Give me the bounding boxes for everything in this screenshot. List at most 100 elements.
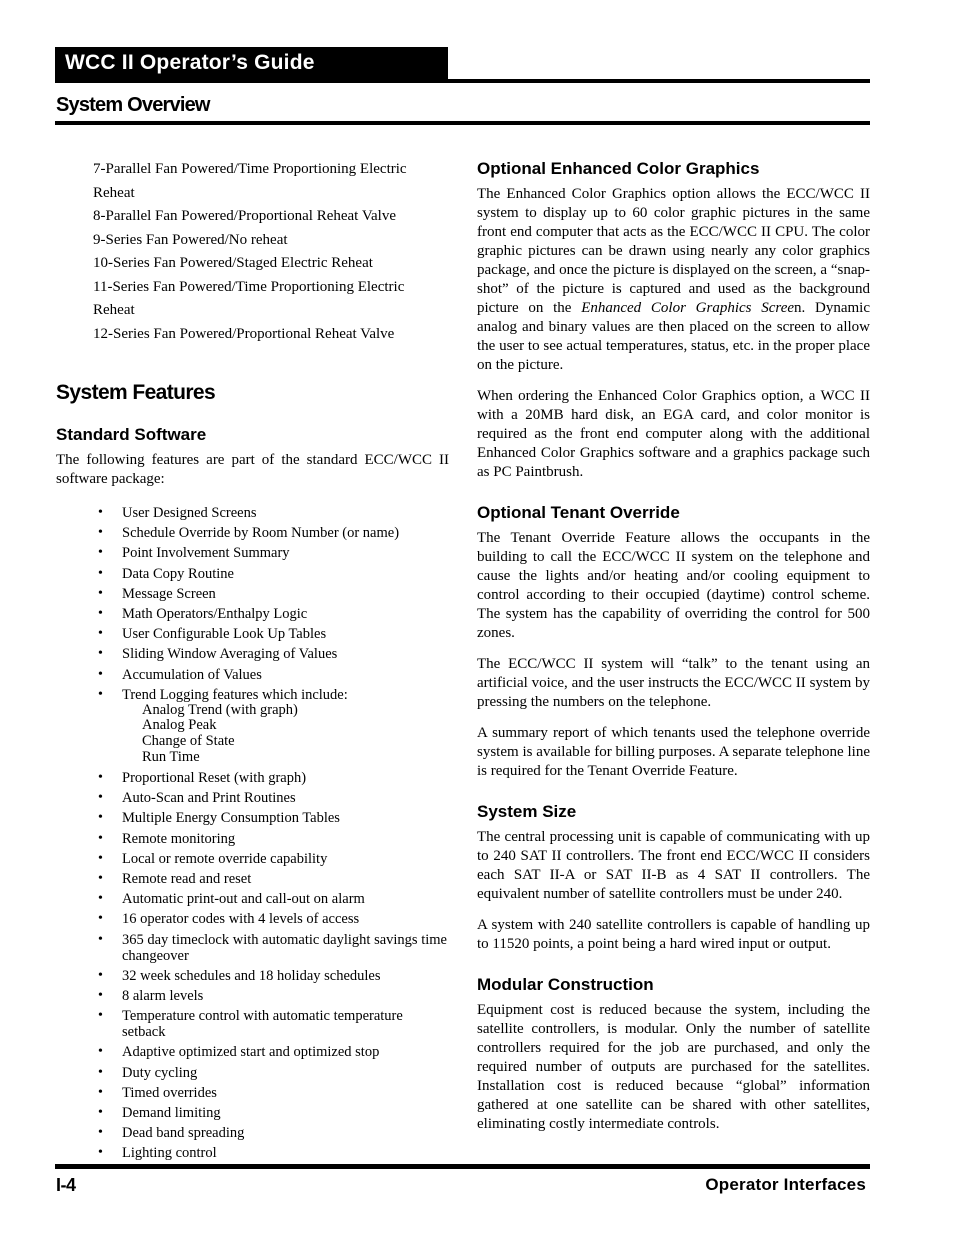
chapter-name: Operator Interfaces bbox=[705, 1175, 866, 1194]
feature-item: • Remote read and reset bbox=[56, 871, 449, 887]
box-type-item: 10-Series Fan Powered/Staged Electric Re… bbox=[93, 255, 373, 271]
feature-item: • Temperature control with automatic temp… bbox=[56, 1008, 449, 1040]
bullet-icon: • bbox=[98, 525, 103, 541]
feature-item: • Local or remote override capability bbox=[56, 851, 449, 867]
bullet-icon: • bbox=[98, 931, 103, 947]
feature-text: Point Involvement Summary bbox=[122, 545, 290, 562]
standard-software-heading: Standard Software bbox=[56, 425, 207, 444]
section-optional-enhanced-color-graphics: Optional Enhanced Color Graphics The Enha… bbox=[477, 158, 870, 482]
feature-item: • Schedule Override by Room Number (or na… bbox=[56, 525, 449, 541]
section-system-size: System Size The central processing unit i… bbox=[477, 801, 870, 954]
feature-text: Local or remote override capability bbox=[122, 850, 328, 867]
bullet-icon: • bbox=[98, 1044, 103, 1060]
box-type-item: 9-Series Fan Powered/No reheat bbox=[93, 231, 288, 248]
paragraph-text: A summary report of which tenants used t… bbox=[477, 725, 870, 779]
paragraph-text: The Enhanced Color Graphics option allow… bbox=[477, 186, 870, 316]
box-type-item: 7-Parallel Fan Powered/Time Proportionin… bbox=[93, 161, 407, 201]
system-features-heading: System Features bbox=[56, 381, 216, 404]
bullet-icon: • bbox=[98, 585, 103, 601]
paragraph-text: Equipment cost is reduced because the sy… bbox=[477, 1002, 870, 1132]
paragraph-text: The Tenant Override Feature allows the o… bbox=[477, 530, 870, 641]
paragraph: The Tenant Override Feature allows the o… bbox=[477, 529, 870, 643]
feature-text: Automatic print-out and call-out on alar… bbox=[122, 891, 365, 908]
bullet-icon: • bbox=[98, 1084, 103, 1100]
feature-item: • Sliding Window Averaging of Values bbox=[56, 646, 449, 662]
feature-text: 8 alarm levels bbox=[122, 987, 204, 1004]
feature-item: • User Configurable Look Up Tables bbox=[56, 626, 449, 642]
feature-text: Sliding Window Averaging of Values bbox=[122, 646, 338, 663]
bullet-icon: • bbox=[98, 871, 103, 886]
feature-list: • User Designed Screens • Schedule Override… bbox=[56, 505, 449, 1161]
bullet-icon: • bbox=[98, 565, 103, 581]
bullet-icon: • bbox=[98, 1008, 103, 1024]
paragraph-text: When ordering the Enhanced Color Graphic… bbox=[477, 388, 870, 480]
feature-text: Data Copy Routine bbox=[122, 565, 234, 582]
feature-text: Auto-Scan and Print Routines bbox=[122, 790, 296, 807]
paragraph: The ECC/WCC II system will “talk” to the… bbox=[477, 655, 870, 712]
feature-text: Multiple Energy Consumption Tables bbox=[122, 810, 340, 827]
feature-item: • Remote monitoring bbox=[56, 831, 449, 847]
feature-text: Trend Logging features which include: bbox=[122, 686, 348, 703]
bullet-icon: • bbox=[98, 810, 103, 826]
bullet-icon: • bbox=[98, 605, 103, 621]
feature-item: • Point Involvement Summary bbox=[56, 545, 449, 561]
feature-text: Duty cycling bbox=[122, 1064, 198, 1081]
feature-text: Timed overrides bbox=[122, 1084, 217, 1101]
feature-text: Accumulation of Values bbox=[122, 666, 262, 683]
feature-text: Dead band spreading bbox=[122, 1125, 245, 1142]
feature-text: Math Operators/Enthalpy Logic bbox=[122, 605, 308, 622]
bullet-icon: • bbox=[98, 967, 103, 983]
feature-text: Lighting control bbox=[122, 1145, 217, 1162]
bullet-icon: • bbox=[98, 1104, 103, 1120]
bullet-icon: • bbox=[98, 891, 103, 907]
section-heading: Optional Tenant Override bbox=[477, 503, 680, 522]
bullet-icon: • bbox=[98, 987, 103, 1003]
bullet-icon: • bbox=[98, 646, 103, 662]
feature-item: • Math Operators/Enthalpy Logic bbox=[56, 606, 449, 622]
box-type-item: 8-Parallel Fan Powered/Proportional Rehe… bbox=[93, 208, 396, 224]
feature-item: • Lighting control bbox=[56, 1145, 449, 1161]
bullet-icon: • bbox=[98, 666, 103, 682]
feature-subitem: Analog Peak bbox=[142, 717, 217, 734]
bullet-icon: • bbox=[98, 686, 103, 702]
feature-item: • Dead band spreading bbox=[56, 1125, 449, 1141]
feature-subitem: Run Time bbox=[142, 749, 200, 766]
guide-title: WCC II Operator’s Guide bbox=[65, 51, 315, 74]
bullet-icon: • bbox=[98, 790, 103, 806]
standard-software-intro: The following features are part of the s… bbox=[56, 452, 449, 487]
feature-text: Proportional Reset (with graph) bbox=[122, 770, 307, 787]
feature-text: Message Screen bbox=[122, 585, 216, 602]
paragraph: The central processing unit is capable o… bbox=[477, 828, 870, 904]
feature-item: • Adaptive optimized start and optimized … bbox=[56, 1044, 449, 1060]
box-type-item: 11-Series Fan Powered/Time Proportioning… bbox=[93, 278, 405, 319]
feature-item: • Data Copy Routine bbox=[56, 566, 449, 582]
page-number: I-4 bbox=[56, 1175, 76, 1195]
paragraph: Equipment cost is reduced because the sy… bbox=[477, 1001, 870, 1134]
feature-subitem: Change of State bbox=[142, 733, 235, 750]
feature-item: • Accumulation of Values bbox=[56, 667, 449, 683]
bullet-icon: • bbox=[98, 770, 103, 786]
section-modular-construction: Modular Construction Equipment cost is re… bbox=[477, 974, 870, 1134]
box-type-item: 12-Series Fan Powered/Proportional Rehea… bbox=[93, 325, 395, 342]
feature-text: Remote monitoring bbox=[122, 830, 236, 847]
feature-item: • User Designed Screens bbox=[56, 505, 449, 521]
feature-item: • Automatic print-out and call-out on ala… bbox=[56, 891, 449, 907]
paragraph-text: A system with 240 satellite controllers … bbox=[477, 917, 870, 952]
bullet-icon: • bbox=[98, 850, 103, 866]
feature-text: Temperature control with automatic tempe… bbox=[122, 1008, 403, 1041]
right-column: Optional Enhanced Color Graphics The Enha… bbox=[477, 158, 870, 1134]
feature-item: • Trend Logging features which include: An… bbox=[56, 687, 449, 766]
feature-item: • Proportional Reset (with graph) bbox=[56, 770, 449, 786]
paragraph: A system with 240 satellite controllers … bbox=[477, 916, 870, 954]
feature-text: Schedule Override by Room Number (or nam… bbox=[122, 525, 400, 542]
feature-item: • Duty cycling bbox=[56, 1065, 449, 1081]
feature-text: User Designed Screens bbox=[122, 505, 257, 521]
bullet-icon: • bbox=[98, 505, 103, 520]
left-column: 7-Parallel Fan Powered/Time Proportionin… bbox=[56, 158, 449, 1165]
bullet-icon: • bbox=[98, 1145, 103, 1161]
feature-subitem: Analog Trend (with graph) bbox=[142, 701, 298, 718]
bullet-icon: • bbox=[98, 1125, 103, 1141]
feature-text: User Configurable Look Up Tables bbox=[122, 626, 327, 643]
feature-item: • Demand limiting bbox=[56, 1105, 449, 1121]
feature-item: • 32 week schedules and 18 holiday schedu… bbox=[56, 968, 449, 984]
